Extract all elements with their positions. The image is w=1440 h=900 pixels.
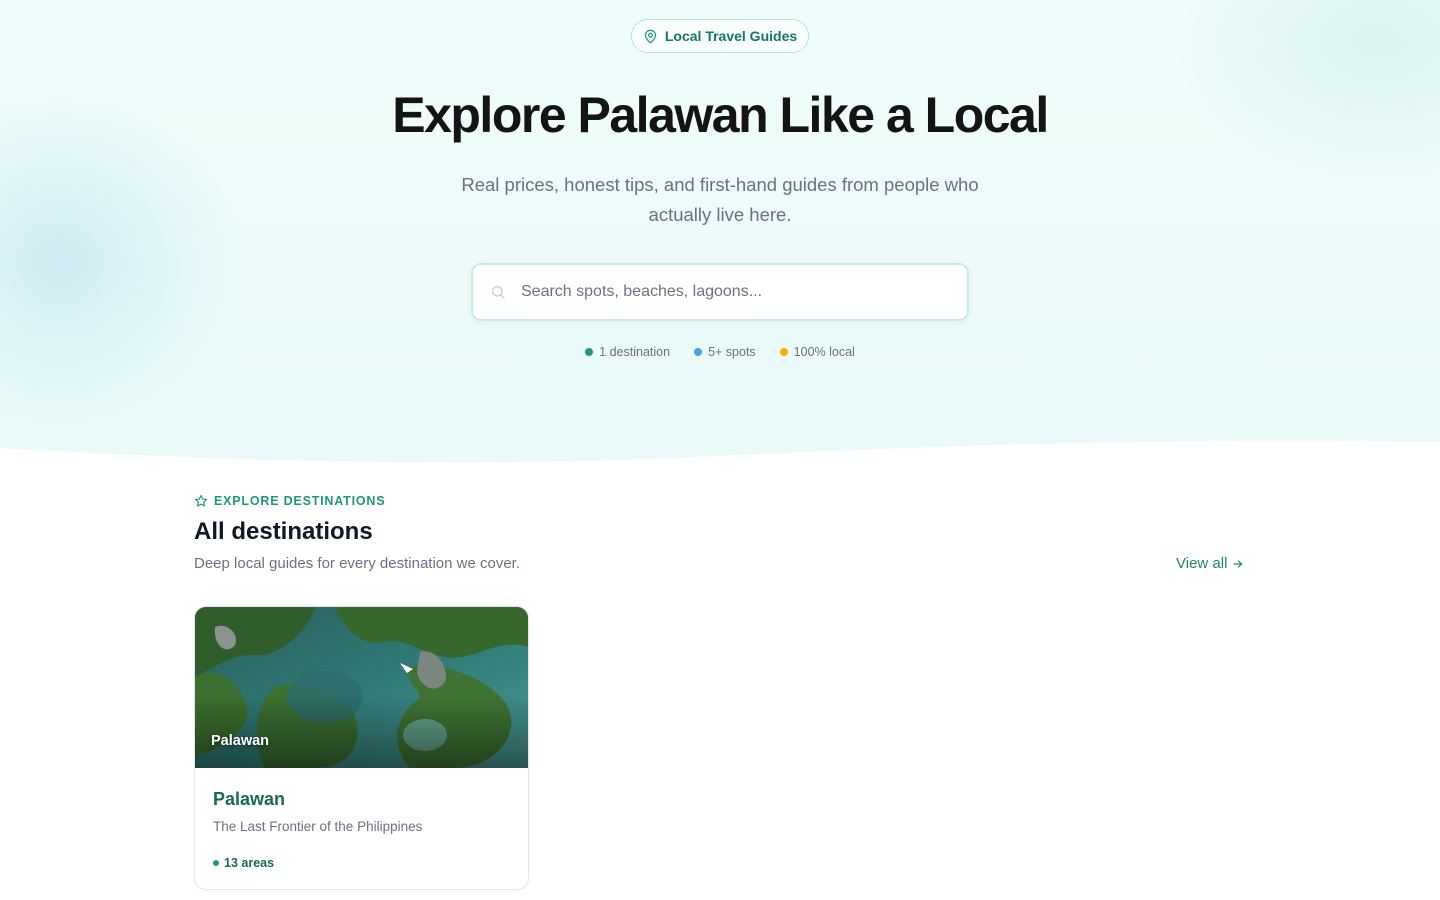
stat-local: 100% local: [779, 345, 855, 359]
stat-label: 5+ spots: [708, 345, 756, 359]
stat-dot: [779, 348, 788, 356]
destination-image: Palawan: [195, 607, 528, 768]
view-all-label: View all: [1176, 555, 1228, 572]
arrow-right-icon: [1233, 559, 1243, 568]
destination-areas-badge: 13 areas: [213, 856, 274, 870]
stat-destinations: 1 destination: [585, 345, 670, 359]
areas-count: 13 areas: [224, 856, 275, 870]
hero-wave-divider: [0, 440, 1440, 470]
stat-dot: [694, 348, 703, 356]
stat-label: 1 destination: [599, 345, 671, 359]
areas-dot: [213, 860, 219, 866]
search-icon: [492, 286, 505, 299]
hero-stats: 1 destination 5+ spots 100% local: [0, 345, 1440, 359]
hero-subtitle: Real prices, honest tips, and first-hand…: [461, 174, 979, 225]
eyebrow-label: EXPLORE DESTINATIONS: [214, 494, 386, 508]
map-pin-icon: [644, 29, 656, 43]
section-eyebrow: EXPLORE DESTINATIONS: [194, 494, 385, 508]
search-box[interactable]: [471, 263, 969, 321]
page-title: Explore Palawan Like a Local: [392, 87, 1049, 143]
destination-card-palawan[interactable]: Palawan Palawan The Last Frontier of the…: [194, 606, 529, 890]
local-travel-guides-badge: Local Travel Guides: [631, 19, 809, 53]
section-title: All destinations: [194, 518, 373, 545]
star-icon: [194, 494, 208, 507]
section-subtitle: Deep local guides for every destination …: [194, 555, 521, 572]
destination-image-label: Palawan: [211, 733, 270, 749]
search-input[interactable]: [521, 283, 941, 301]
view-all-link[interactable]: View all: [1176, 555, 1244, 572]
stat-spots: 5+ spots: [694, 345, 756, 359]
badge-label: Local Travel Guides: [664, 28, 798, 44]
hero-section: Local Travel Guides Explore Palawan Like…: [0, 0, 1440, 470]
destination-name[interactable]: Palawan: [213, 789, 285, 810]
stat-dot: [585, 348, 594, 356]
destination-tagline: The Last Frontier of the Philippines: [213, 819, 423, 834]
stat-label: 100% local: [793, 345, 855, 359]
